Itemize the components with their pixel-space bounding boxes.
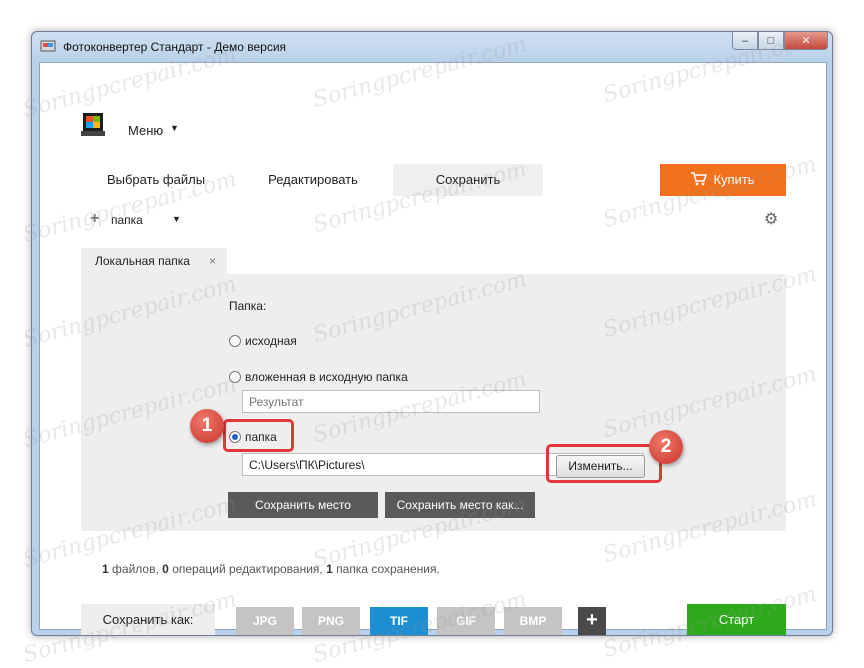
app-window: Фотоконвертер Стандарт - Демо версия ‒ □…	[31, 31, 833, 636]
add-icon[interactable]: +	[90, 211, 99, 227]
format-jpg-button[interactable]: JPG	[236, 607, 294, 635]
chevron-down-icon[interactable]: ▼	[172, 214, 181, 224]
radio-source-label[interactable]: исходная	[245, 334, 297, 348]
format-bmp-button[interactable]: BMP	[504, 607, 562, 635]
format-png-button[interactable]: PNG	[302, 607, 360, 635]
highlight-folder-option	[223, 419, 294, 452]
tab-local-folder-label: Локальная папка	[95, 254, 190, 268]
buy-button[interactable]: Купить	[660, 164, 786, 196]
title-bar[interactable]: Фотоконвертер Стандарт - Демо версия ‒ □…	[32, 32, 832, 62]
step-marker-1: 1	[190, 409, 224, 443]
close-icon[interactable]: ×	[209, 248, 216, 274]
save-location-button[interactable]: Сохранить место	[228, 492, 378, 518]
app-icon	[40, 40, 56, 52]
folders-count: 1	[326, 562, 333, 576]
chevron-down-icon[interactable]: ▼	[170, 123, 179, 133]
minimize-button[interactable]: ‒	[732, 32, 758, 50]
tab-select-files[interactable]: Выбрать файлы	[81, 164, 231, 196]
window-title: Фотоконвертер Стандарт - Демо версия	[63, 40, 287, 54]
gear-icon[interactable]: ⚙	[764, 209, 778, 229]
tab-edit[interactable]: Редактировать	[238, 164, 388, 196]
folders-text: папка сохранения.	[336, 562, 440, 576]
folder-heading: Папка:	[229, 299, 267, 313]
summary-status: 1 файлов, 0 операций редактирования, 1 п…	[102, 562, 440, 576]
radio-subfolder-label[interactable]: вложенная в исходную папка	[245, 370, 408, 384]
maximize-button[interactable]: □	[758, 32, 784, 50]
radio-source[interactable]	[229, 335, 241, 347]
files-text: файлов,	[112, 562, 159, 576]
ops-count: 0	[162, 562, 169, 576]
save-location-as-button[interactable]: Сохранить место как...	[385, 492, 535, 518]
ops-text: операций редактирования,	[172, 562, 323, 576]
format-gif-button[interactable]: GIF	[437, 607, 495, 635]
tab-save[interactable]: Сохранить	[393, 164, 543, 196]
output-type-dropdown[interactable]: папка	[111, 213, 143, 227]
tab-local-folder[interactable]: Локальная папка ×	[81, 248, 227, 274]
format-tif-button[interactable]: TIF	[370, 607, 428, 635]
cart-icon	[691, 172, 708, 186]
subfolder-name-input[interactable]: Результат	[242, 390, 540, 413]
menu-logo-icon[interactable]	[80, 111, 108, 139]
radio-subfolder[interactable]	[229, 371, 241, 383]
highlight-change-button	[546, 444, 662, 483]
menu-label[interactable]: Меню	[128, 123, 163, 138]
files-count: 1	[102, 562, 109, 576]
close-button[interactable]: ✕	[784, 32, 828, 50]
start-button[interactable]: Старт	[687, 604, 786, 635]
save-as-label: Сохранить как:	[81, 604, 215, 635]
app-client-area: Меню ▼ Выбрать файлы Редактировать Сохра…	[39, 62, 827, 635]
buy-button-label: Купить	[713, 172, 755, 187]
window-controls: ‒ □ ✕	[732, 32, 828, 52]
step-marker-2: 2	[649, 430, 683, 464]
add-format-button[interactable]: +	[578, 607, 606, 635]
